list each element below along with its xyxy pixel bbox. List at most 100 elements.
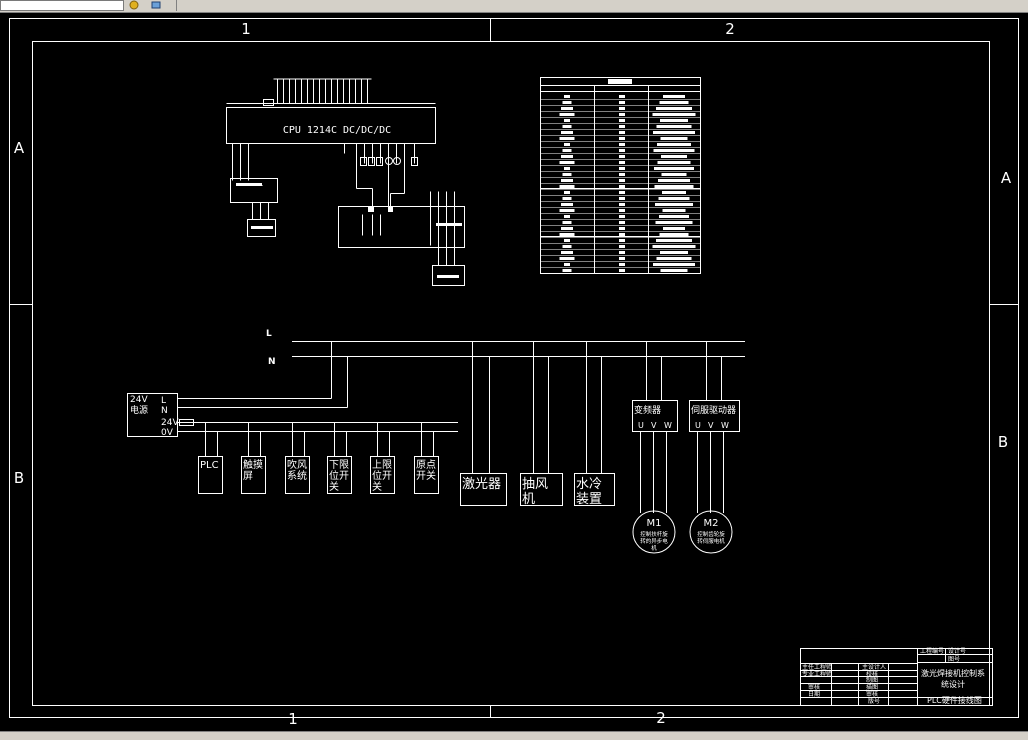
drive-unit: 伺服驱动器 U V W M2控制齿轮旋转伺服电机 [689,400,740,554]
io-table-row [540,131,701,136]
ac-load: 激光器 [460,473,507,506]
io-table-row [540,119,701,124]
zone-row-b-left: B [14,469,24,487]
io-table-row [540,215,701,220]
ac-load-label: 机 [522,492,535,507]
io-table-title-bar [608,79,632,84]
motor-description: 转伺服电机 [697,537,725,545]
plc-cpu-label: CPU 1214C DC/DC/DC [283,125,391,136]
io-table-row [540,197,701,202]
io-table-rows [540,79,701,274]
motor-description: 控制扶杆旋 [640,530,668,538]
dc-load-group: PLC 触摸屏吹风系统下限位开关上限位开关原点开关 [198,422,439,494]
io-table-row [540,263,701,268]
psu-terminal-24v: 24V [161,418,179,428]
io-table-row [540,191,701,196]
toolbar-separator [176,0,177,11]
dc-load: PLC [198,422,223,494]
io-table-row [540,209,701,214]
io-table-row [540,149,701,154]
pan-icon[interactable] [128,0,140,10]
drive-terminal: U [695,421,701,430]
io-table-row [540,155,701,160]
tb-sheet-title: PLC硬件接线图 [927,695,982,705]
motor-description: 机 [651,544,657,552]
plc-module [226,78,465,286]
io-table-row [540,239,701,244]
dc-load-label: 下限 [329,459,349,471]
ac-load-label: 水冷 [576,477,602,492]
ac-load-group: 激光器 抽风机水冷装置 [460,473,615,507]
tb-drawing-title-2: 统设计 [941,679,965,689]
tb-drawing-no: 图号 [948,656,960,663]
psu-terminal-0v: 0V [161,428,174,438]
tb-approver: 审核 [866,690,878,698]
io-table-row [540,257,701,262]
zoom-icon[interactable] [150,0,162,10]
ac-load-label: 装置 [576,492,602,507]
io-table-row [540,227,701,232]
tb-project-no: 工程编号 [920,647,944,655]
dc-load-label: 关 [329,480,339,493]
line-label-L: L [266,329,272,339]
dc-load-label: 位开 [372,469,392,482]
ac-load: 抽风机 [520,473,563,507]
drive-terminal: V [651,421,657,430]
drive-name: 变频器 [634,404,661,416]
io-table-row [540,161,701,166]
drawing-border [32,41,990,706]
dc-load-label: 系统 [287,469,307,482]
motor-name: M2 [704,518,719,529]
psu-title-2: 电源 [130,404,148,416]
dc-load-label: 屏 [243,470,253,482]
io-table-row [540,173,701,178]
dc-load: 上限位开关 [370,422,395,494]
zone-col-1-bottom: 1 [288,710,298,728]
ac-load-label: 激光器 [462,477,501,492]
dc-load-label: 原点 [416,459,436,471]
io-table-row [540,221,701,226]
wiring-diagram: 1 2 1 2 A A B B CPU 1214C DC/DC/DC L N 2… [9,18,1019,728]
layer-dropdown[interactable] [0,0,124,11]
dc-load-label: 上限 [372,459,392,471]
tb-deputy-chief: 专业工程师 [802,670,832,678]
io-table-row [540,101,701,106]
dc-load: 吹风系统 [285,422,310,494]
ac-load-label: 抽风 [522,477,548,492]
zone-col-2-top: 2 [725,20,735,38]
motor-description: 控制齿轮旋 [697,530,725,538]
drive-name: 伺服驱动器 [691,404,736,416]
tb-approver-left: 审核 [808,683,820,691]
zone-col-2-bottom: 2 [656,709,666,727]
sheet-border [9,18,1019,718]
drive-terminal: V [708,421,714,430]
tb-reviewer: 描图 [866,683,878,691]
line-label-N: N [268,357,276,367]
tb-drawing-title-1: 激光焊接机控制系 [921,668,985,678]
io-table-row [540,143,701,148]
zone-row-a-right: A [1001,169,1012,187]
ac-load: 水冷装置 [574,473,615,507]
io-table-row [540,95,701,100]
tb-chief-engineer: 主任工程师 [802,663,832,671]
zone-row-a-left: A [14,139,25,157]
io-table-row [540,269,701,274]
tb-rev: 版号 [868,697,880,705]
drive-unit: 变频器 U V W M1控制扶杆旋转的异步电机 [632,400,678,554]
io-table-row [540,107,701,112]
io-table-row [540,137,701,142]
drive-terminal: U [638,421,644,430]
tb-drafter: 制图 [866,676,878,684]
io-table-row [540,251,701,256]
psu-terminal-L: L [161,396,166,406]
io-table-row [540,113,701,118]
drawing-canvas[interactable]: 1 2 1 2 A A B B CPU 1214C DC/DC/DC L N 2… [0,13,1028,731]
dc-load: 触摸屏 [241,422,266,494]
io-table-row [540,245,701,250]
io-table-row [540,203,701,208]
tb-batch-no: 设计号 [948,647,966,655]
dc-load-label: PLC [200,460,219,471]
drive-terminal: W [721,421,729,430]
tb-designer: 主设计人 [862,663,886,671]
dc-load-label: 吹风 [287,458,307,471]
